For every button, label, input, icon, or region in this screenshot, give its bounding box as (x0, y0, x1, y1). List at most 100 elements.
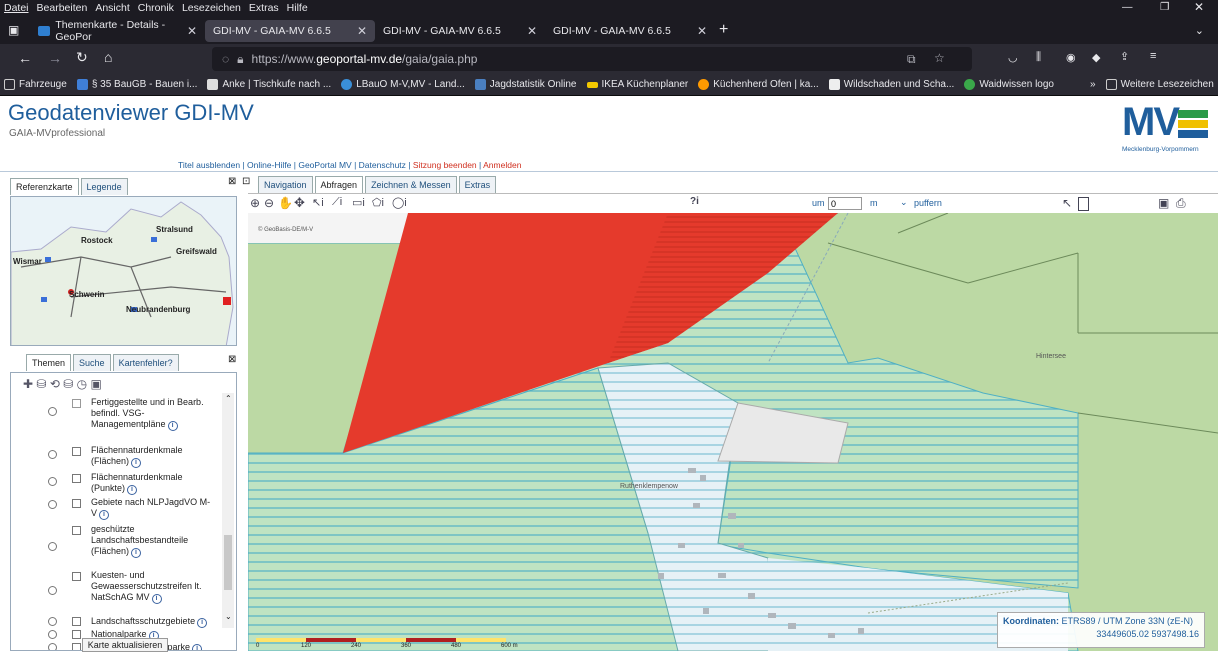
layer-row[interactable]: Flächennaturdenkmale (Punkte) i (11, 472, 221, 496)
hamburger-menu-icon[interactable]: ≡ (1150, 50, 1156, 62)
library-icon[interactable]: ⫼ (1036, 51, 1041, 64)
layer-radio[interactable] (48, 586, 57, 595)
close-tab-icon[interactable]: ✕ (187, 24, 197, 38)
bookmark-star-icon[interactable]: ☆ (934, 51, 945, 65)
close-tab-icon[interactable]: ✕ (697, 24, 707, 38)
new-tab-icon[interactable]: + (719, 21, 728, 39)
close-panel-icon[interactable]: ⊠ (228, 176, 236, 187)
bookmark-item[interactable]: IKEA Küchenplaner (586, 79, 688, 90)
help-icon[interactable]: ▣ (90, 377, 101, 391)
zoom-in-icon[interactable]: ⊕ (250, 196, 260, 210)
layer-radio[interactable] (48, 643, 57, 650)
tab-navigation[interactable]: Navigation (258, 176, 313, 193)
url-bar[interactable]: ◌ 🔒︎ https://www. geoportal-mv.de/gaia/ga… (212, 47, 972, 71)
bookmark-item[interactable]: Anke | Tischkufe nach ... (207, 79, 331, 90)
menu-bearbeiten[interactable]: Bearbeiten (37, 2, 88, 14)
tab-referenzkarte[interactable]: Referenzkarte (10, 178, 79, 195)
bookmark-item[interactable]: LBauO M-V,MV - Land... (341, 79, 465, 90)
tab-suche[interactable]: Suche (73, 354, 111, 371)
layer-radio[interactable] (48, 477, 57, 486)
info-icon[interactable]: i (99, 510, 110, 520)
info-icon[interactable]: i (197, 618, 208, 628)
themes-scrollbar[interactable] (222, 393, 234, 628)
layer-radio[interactable] (48, 630, 57, 639)
pocket-icon[interactable]: ◡ (1008, 51, 1018, 64)
bookmark-item[interactable]: § 35 BauGB - Bauen i... (76, 79, 197, 90)
info-polygon-icon[interactable]: ⬠i (372, 196, 384, 209)
add-theme-icon[interactable]: ✚ (23, 377, 33, 391)
close-tab-icon[interactable]: ✕ (357, 24, 367, 38)
scrollbar-thumb[interactable] (224, 535, 232, 590)
link-online-hilfe[interactable]: Online-Hilfe (247, 160, 291, 170)
browser-tab-3[interactable]: GDI-MV - GAIA-MV 6.6.5 ✕ (375, 20, 545, 42)
info-line-icon[interactable]: ⟋i (332, 196, 342, 209)
layer-checkbox[interactable] (72, 447, 81, 456)
close-themes-icon[interactable]: ⊠ (228, 354, 236, 365)
tab-legende[interactable]: Legende (80, 178, 128, 195)
tab-abfragen[interactable]: Abfragen (314, 176, 364, 193)
zoom-out-icon[interactable]: ⊖ (264, 196, 274, 210)
forward-icon[interactable]: → (48, 50, 62, 66)
scroll-down-icon[interactable]: ⌄ (225, 612, 232, 621)
layer-row[interactable]: Flächennaturdenkmale (Flächen) i (11, 445, 221, 469)
tab-themen[interactable]: Themen (26, 354, 72, 371)
info-icon[interactable]: i (131, 548, 142, 558)
pan-icon[interactable]: ✋ (278, 196, 293, 210)
link-datenschutz[interactable]: Datenschutz (359, 160, 406, 170)
bookmark-item[interactable]: Waidwissen logo (964, 79, 1054, 90)
layer-row[interactable]: geschützte Landschaftsbestandteile (Fläc… (11, 524, 221, 570)
layer-checkbox[interactable] (72, 630, 81, 639)
browser-tab-1[interactable]: Themenkarte - Details - GeoPor ✕ (30, 19, 205, 43)
link-sitzung-beenden[interactable]: Sitzung beenden (413, 160, 477, 170)
link-titel-ausblenden[interactable]: Titel ausblenden (178, 160, 240, 170)
layer-checkbox[interactable] (72, 572, 81, 581)
more-bookmarks[interactable]: » Weitere Lesezeichen (1090, 79, 1214, 90)
info-icon[interactable]: i (127, 485, 138, 495)
layer-radio[interactable] (48, 500, 57, 509)
menu-lesezeichen[interactable]: Lesezeichen (182, 2, 241, 14)
layers-icon[interactable]: ⛁ (36, 377, 46, 391)
layer-row[interactable]: Gebiete nach NLPJagdVO M-V i (11, 497, 221, 521)
detach-panel-icon[interactable]: ⊡ (242, 176, 250, 187)
info-icon[interactable]: i (167, 421, 178, 431)
layer-checkbox[interactable] (72, 399, 81, 408)
browser-tab-2[interactable]: GDI-MV - GAIA-MV 6.6.5 ✕ (205, 20, 375, 42)
share-icon[interactable]: ⇪ (1120, 50, 1129, 63)
menu-extras[interactable]: Extras (249, 2, 279, 14)
tab-extras[interactable]: Extras (458, 176, 497, 193)
close-window-icon[interactable]: ✕ (1194, 0, 1204, 14)
layer-row[interactable]: Landschaftsschutzgebiete i (11, 616, 221, 628)
bookmark-folder[interactable]: Fahrzeuge (4, 79, 67, 90)
restore-icon[interactable]: ❐ (1160, 1, 1169, 13)
reference-map[interactable]: Stralsund Rostock Greifswald Wismar Schw… (10, 196, 237, 346)
tab-zeichnen-messen[interactable]: Zeichnen & Messen (365, 176, 457, 193)
translate-icon[interactable]: ⧉ (907, 52, 916, 67)
refresh-map-button[interactable]: Karte aktualisieren (82, 638, 168, 652)
layer-radio[interactable] (48, 407, 57, 416)
tab-overview-icon[interactable]: ▣ (8, 23, 30, 37)
link-geoportal[interactable]: GeoPortal MV (298, 160, 351, 170)
home-icon[interactable]: ⌂ (104, 49, 112, 65)
info-icon[interactable]: i (192, 644, 203, 650)
menu-hilfe[interactable]: Hilfe (287, 2, 308, 14)
info-circle-icon[interactable]: ◯i (392, 196, 407, 209)
select-cursor-icon[interactable]: ↖ (1062, 196, 1072, 210)
info-rect-icon[interactable]: ▭i (352, 196, 365, 209)
minimize-icon[interactable]: — (1122, 1, 1133, 13)
info-icon[interactable]: i (151, 594, 162, 604)
print-icon[interactable]: ⎙ (1176, 196, 1186, 211)
refresh-layers-icon[interactable]: ⟲ (50, 377, 60, 391)
info-point-icon[interactable]: ↖i (312, 196, 324, 209)
bookmark-item[interactable]: Jagdstatistik Online (474, 79, 577, 90)
layer-radio[interactable] (48, 450, 57, 459)
help-icon[interactable]: ▣ (1158, 196, 1169, 210)
back-icon[interactable]: ← (18, 50, 32, 66)
layer-checkbox[interactable] (72, 617, 81, 626)
layer-checkbox[interactable] (72, 526, 81, 535)
query-icon[interactable]: ?i (690, 196, 699, 207)
buffer-action[interactable]: puffern (914, 198, 942, 208)
shield-icon[interactable]: ◌ (222, 52, 229, 66)
bookmark-item[interactable]: Küchenherd Ofen | ka... (698, 79, 819, 90)
info-icon[interactable]: i (131, 458, 142, 468)
history-icon[interactable]: ◷ (77, 377, 87, 391)
